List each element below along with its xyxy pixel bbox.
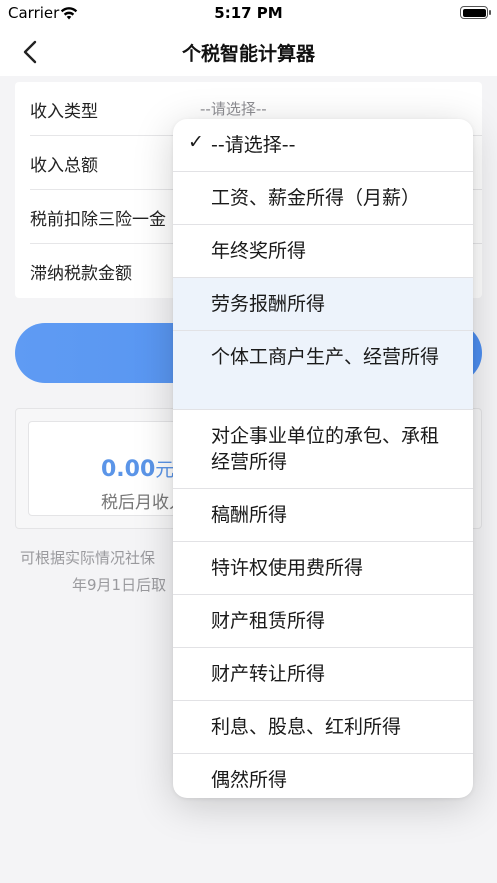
dropdown-option[interactable]: 特许权使用费所得	[173, 542, 473, 595]
dropdown-option[interactable]: 劳务报酬所得	[173, 278, 473, 331]
dropdown-option[interactable]: 年终奖所得	[173, 225, 473, 278]
dropdown-option[interactable]: 工资、薪金所得（月薪）	[173, 172, 473, 225]
dropdown-option[interactable]: ✓ --请选择--	[173, 119, 473, 172]
income-type-dropdown: ✓ --请选择-- 工资、薪金所得（月薪） 年终奖所得 劳务报酬所得 个体工商户…	[173, 119, 473, 798]
dropdown-option[interactable]: 偶然所得	[173, 754, 473, 798]
dropdown-option[interactable]: 个体工商户生产、经营所得	[173, 331, 473, 410]
dropdown-option[interactable]: 稿酬所得	[173, 489, 473, 542]
dropdown-option[interactable]: 对企事业单位的承包、承租经营所得	[173, 410, 473, 489]
checkmark-icon: ✓	[188, 131, 204, 153]
dropdown-option[interactable]: 财产转让所得	[173, 648, 473, 701]
dropdown-option[interactable]: 利息、股息、红利所得	[173, 701, 473, 754]
dropdown-option[interactable]: 财产租赁所得	[173, 595, 473, 648]
